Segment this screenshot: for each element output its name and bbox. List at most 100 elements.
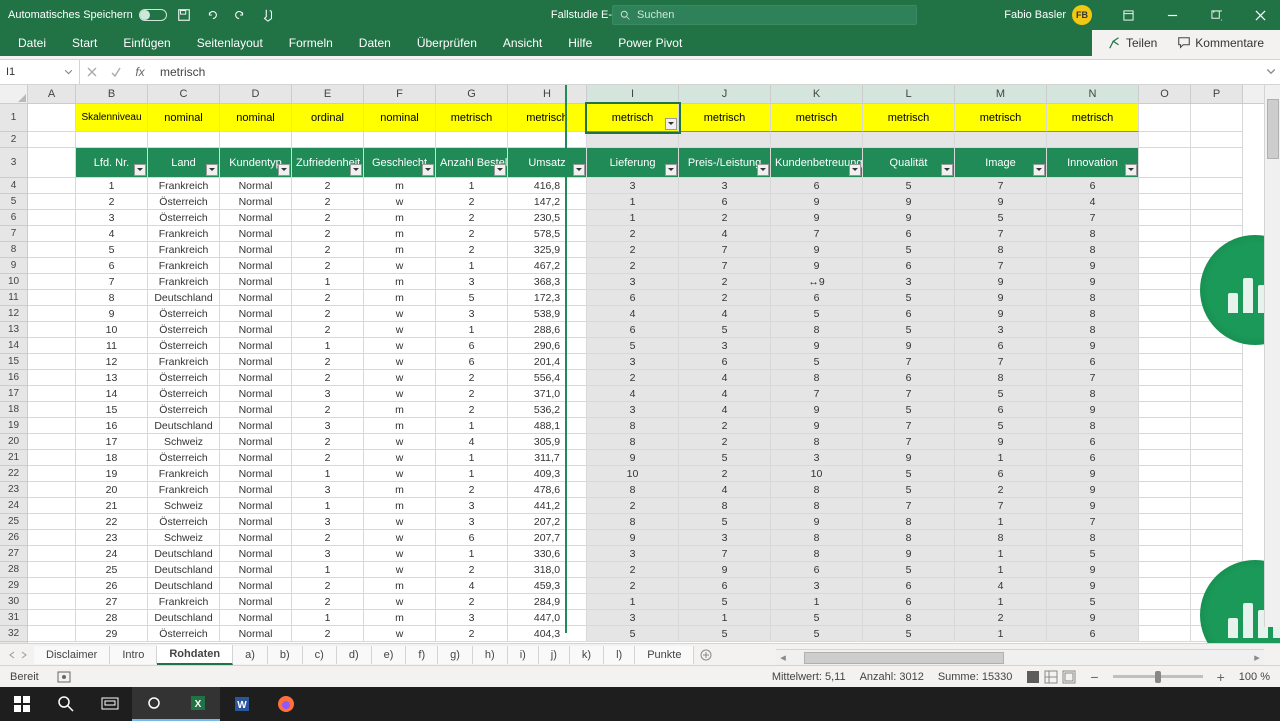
cell[interactable]: 29 bbox=[76, 626, 148, 642]
taskbar[interactable]: X W bbox=[0, 687, 1280, 721]
cell[interactable]: 2 bbox=[292, 530, 364, 546]
cell[interactable]: 9 bbox=[1047, 498, 1139, 514]
cell[interactable]: 1 bbox=[436, 546, 508, 562]
table-header[interactable]: Innovation bbox=[1047, 148, 1139, 178]
cell[interactable]: 15 bbox=[76, 402, 148, 418]
cell[interactable]: Deutschland bbox=[148, 418, 220, 434]
cell[interactable]: 9 bbox=[955, 434, 1047, 450]
sheet-tab[interactable]: Intro bbox=[110, 646, 157, 664]
zoom-level[interactable]: 100 % bbox=[1239, 671, 1270, 683]
column-header[interactable]: G bbox=[436, 85, 508, 103]
cell[interactable]: 2 bbox=[292, 290, 364, 306]
cell[interactable]: Deutschland bbox=[148, 546, 220, 562]
cell[interactable]: Normal bbox=[220, 498, 292, 514]
cell[interactable]: 1 bbox=[292, 274, 364, 290]
cell[interactable]: 8 bbox=[1047, 418, 1139, 434]
cell[interactable]: 5 bbox=[863, 482, 955, 498]
cell[interactable]: 8 bbox=[955, 530, 1047, 546]
select-all-corner[interactable] bbox=[0, 85, 28, 104]
sheet-tab[interactable]: d) bbox=[337, 646, 372, 664]
ribbon-tab-datei[interactable]: Datei bbox=[16, 32, 48, 56]
cell[interactable]: 3 bbox=[76, 210, 148, 226]
cell[interactable]: 1 bbox=[292, 338, 364, 354]
cell[interactable]: 2 bbox=[436, 242, 508, 258]
cell[interactable]: 8 bbox=[771, 322, 863, 338]
cell[interactable]: w bbox=[364, 338, 436, 354]
column-header[interactable]: M bbox=[955, 85, 1047, 103]
cell[interactable]: 2 bbox=[292, 594, 364, 610]
cell[interactable]: Normal bbox=[220, 402, 292, 418]
cell[interactable]: 7 bbox=[679, 546, 771, 562]
cell[interactable]: 3 bbox=[292, 418, 364, 434]
cell[interactable]: 404,3 bbox=[508, 626, 587, 642]
cell[interactable]: 6 bbox=[436, 338, 508, 354]
cell[interactable]: 3 bbox=[292, 482, 364, 498]
cell[interactable]: Frankreich bbox=[148, 594, 220, 610]
cell[interactable]: 8 bbox=[955, 370, 1047, 386]
cell[interactable]: 325,9 bbox=[508, 242, 587, 258]
cell[interactable]: 3 bbox=[436, 274, 508, 290]
cell[interactable]: 3 bbox=[436, 610, 508, 626]
cell[interactable]: 2 bbox=[436, 626, 508, 642]
cell[interactable]: Normal bbox=[220, 210, 292, 226]
obs-icon[interactable] bbox=[132, 687, 176, 721]
sheet-tab[interactable]: g) bbox=[438, 646, 473, 664]
cell[interactable]: 4 bbox=[955, 578, 1047, 594]
cell[interactable]: Deutschland bbox=[148, 610, 220, 626]
cell[interactable]: 7 bbox=[863, 434, 955, 450]
ribbon-tab-start[interactable]: Start bbox=[70, 32, 99, 56]
cell[interactable]: 2 bbox=[292, 402, 364, 418]
cell[interactable]: 7 bbox=[955, 354, 1047, 370]
cell[interactable]: 28 bbox=[76, 610, 148, 626]
cell[interactable]: 5 bbox=[771, 306, 863, 322]
search-taskbar-icon[interactable] bbox=[44, 687, 88, 721]
cell[interactable]: 6 bbox=[771, 178, 863, 194]
cell[interactable]: 2 bbox=[679, 434, 771, 450]
cell[interactable]: 538,9 bbox=[508, 306, 587, 322]
cell[interactable]: 2 bbox=[436, 194, 508, 210]
cell[interactable]: 2 bbox=[292, 178, 364, 194]
cell[interactable]: 1 bbox=[436, 450, 508, 466]
sheet-tab[interactable]: l) bbox=[604, 646, 635, 664]
cell[interactable]: Schweiz bbox=[148, 434, 220, 450]
cell[interactable]: 9 bbox=[587, 530, 679, 546]
cell[interactable]: 9 bbox=[863, 546, 955, 562]
cell[interactable]: 3 bbox=[292, 514, 364, 530]
column-header[interactable]: A bbox=[28, 85, 76, 103]
cell[interactable]: 556,4 bbox=[508, 370, 587, 386]
cell[interactable]: 7 bbox=[863, 354, 955, 370]
cell[interactable]: Normal bbox=[220, 178, 292, 194]
cell[interactable]: 1 bbox=[587, 594, 679, 610]
cell[interactable]: Normal bbox=[220, 386, 292, 402]
cell[interactable]: 8 bbox=[1047, 322, 1139, 338]
cell[interactable]: 5 bbox=[587, 626, 679, 642]
cell[interactable]: w bbox=[364, 386, 436, 402]
cell[interactable]: 9 bbox=[1047, 466, 1139, 482]
cell[interactable]: 3 bbox=[863, 274, 955, 290]
cell[interactable]: Normal bbox=[220, 594, 292, 610]
cell[interactable]: 5 bbox=[863, 562, 955, 578]
cell[interactable]: 5 bbox=[679, 450, 771, 466]
column-header[interactable]: I bbox=[587, 85, 679, 103]
cell[interactable]: 6 bbox=[863, 258, 955, 274]
cell[interactable]: 3 bbox=[436, 514, 508, 530]
column-header[interactable]: L bbox=[863, 85, 955, 103]
cell[interactable]: 9 bbox=[955, 306, 1047, 322]
ribbon-tab-hilfe[interactable]: Hilfe bbox=[566, 32, 594, 56]
cell[interactable]: 9 bbox=[1047, 338, 1139, 354]
cell[interactable]: Deutschland bbox=[148, 290, 220, 306]
cell[interactable]: 3 bbox=[292, 546, 364, 562]
cell[interactable]: Österreich bbox=[148, 210, 220, 226]
cell[interactable]: 488,1 bbox=[508, 418, 587, 434]
cell[interactable]: 6 bbox=[436, 530, 508, 546]
cell[interactable]: 6 bbox=[76, 258, 148, 274]
sheet-tab[interactable]: Punkte bbox=[635, 646, 694, 664]
column-headers[interactable]: ABCDEFGHIJKLMNOP bbox=[28, 85, 1280, 104]
cell[interactable]: 1 bbox=[436, 322, 508, 338]
cell[interactable]: w bbox=[364, 514, 436, 530]
cell[interactable]: 1 bbox=[436, 178, 508, 194]
cell[interactable]: 4 bbox=[679, 482, 771, 498]
cell[interactable]: 1 bbox=[292, 466, 364, 482]
cell[interactable]: 9 bbox=[76, 306, 148, 322]
table-header[interactable]: Anzahl Bestellungen bbox=[436, 148, 508, 178]
